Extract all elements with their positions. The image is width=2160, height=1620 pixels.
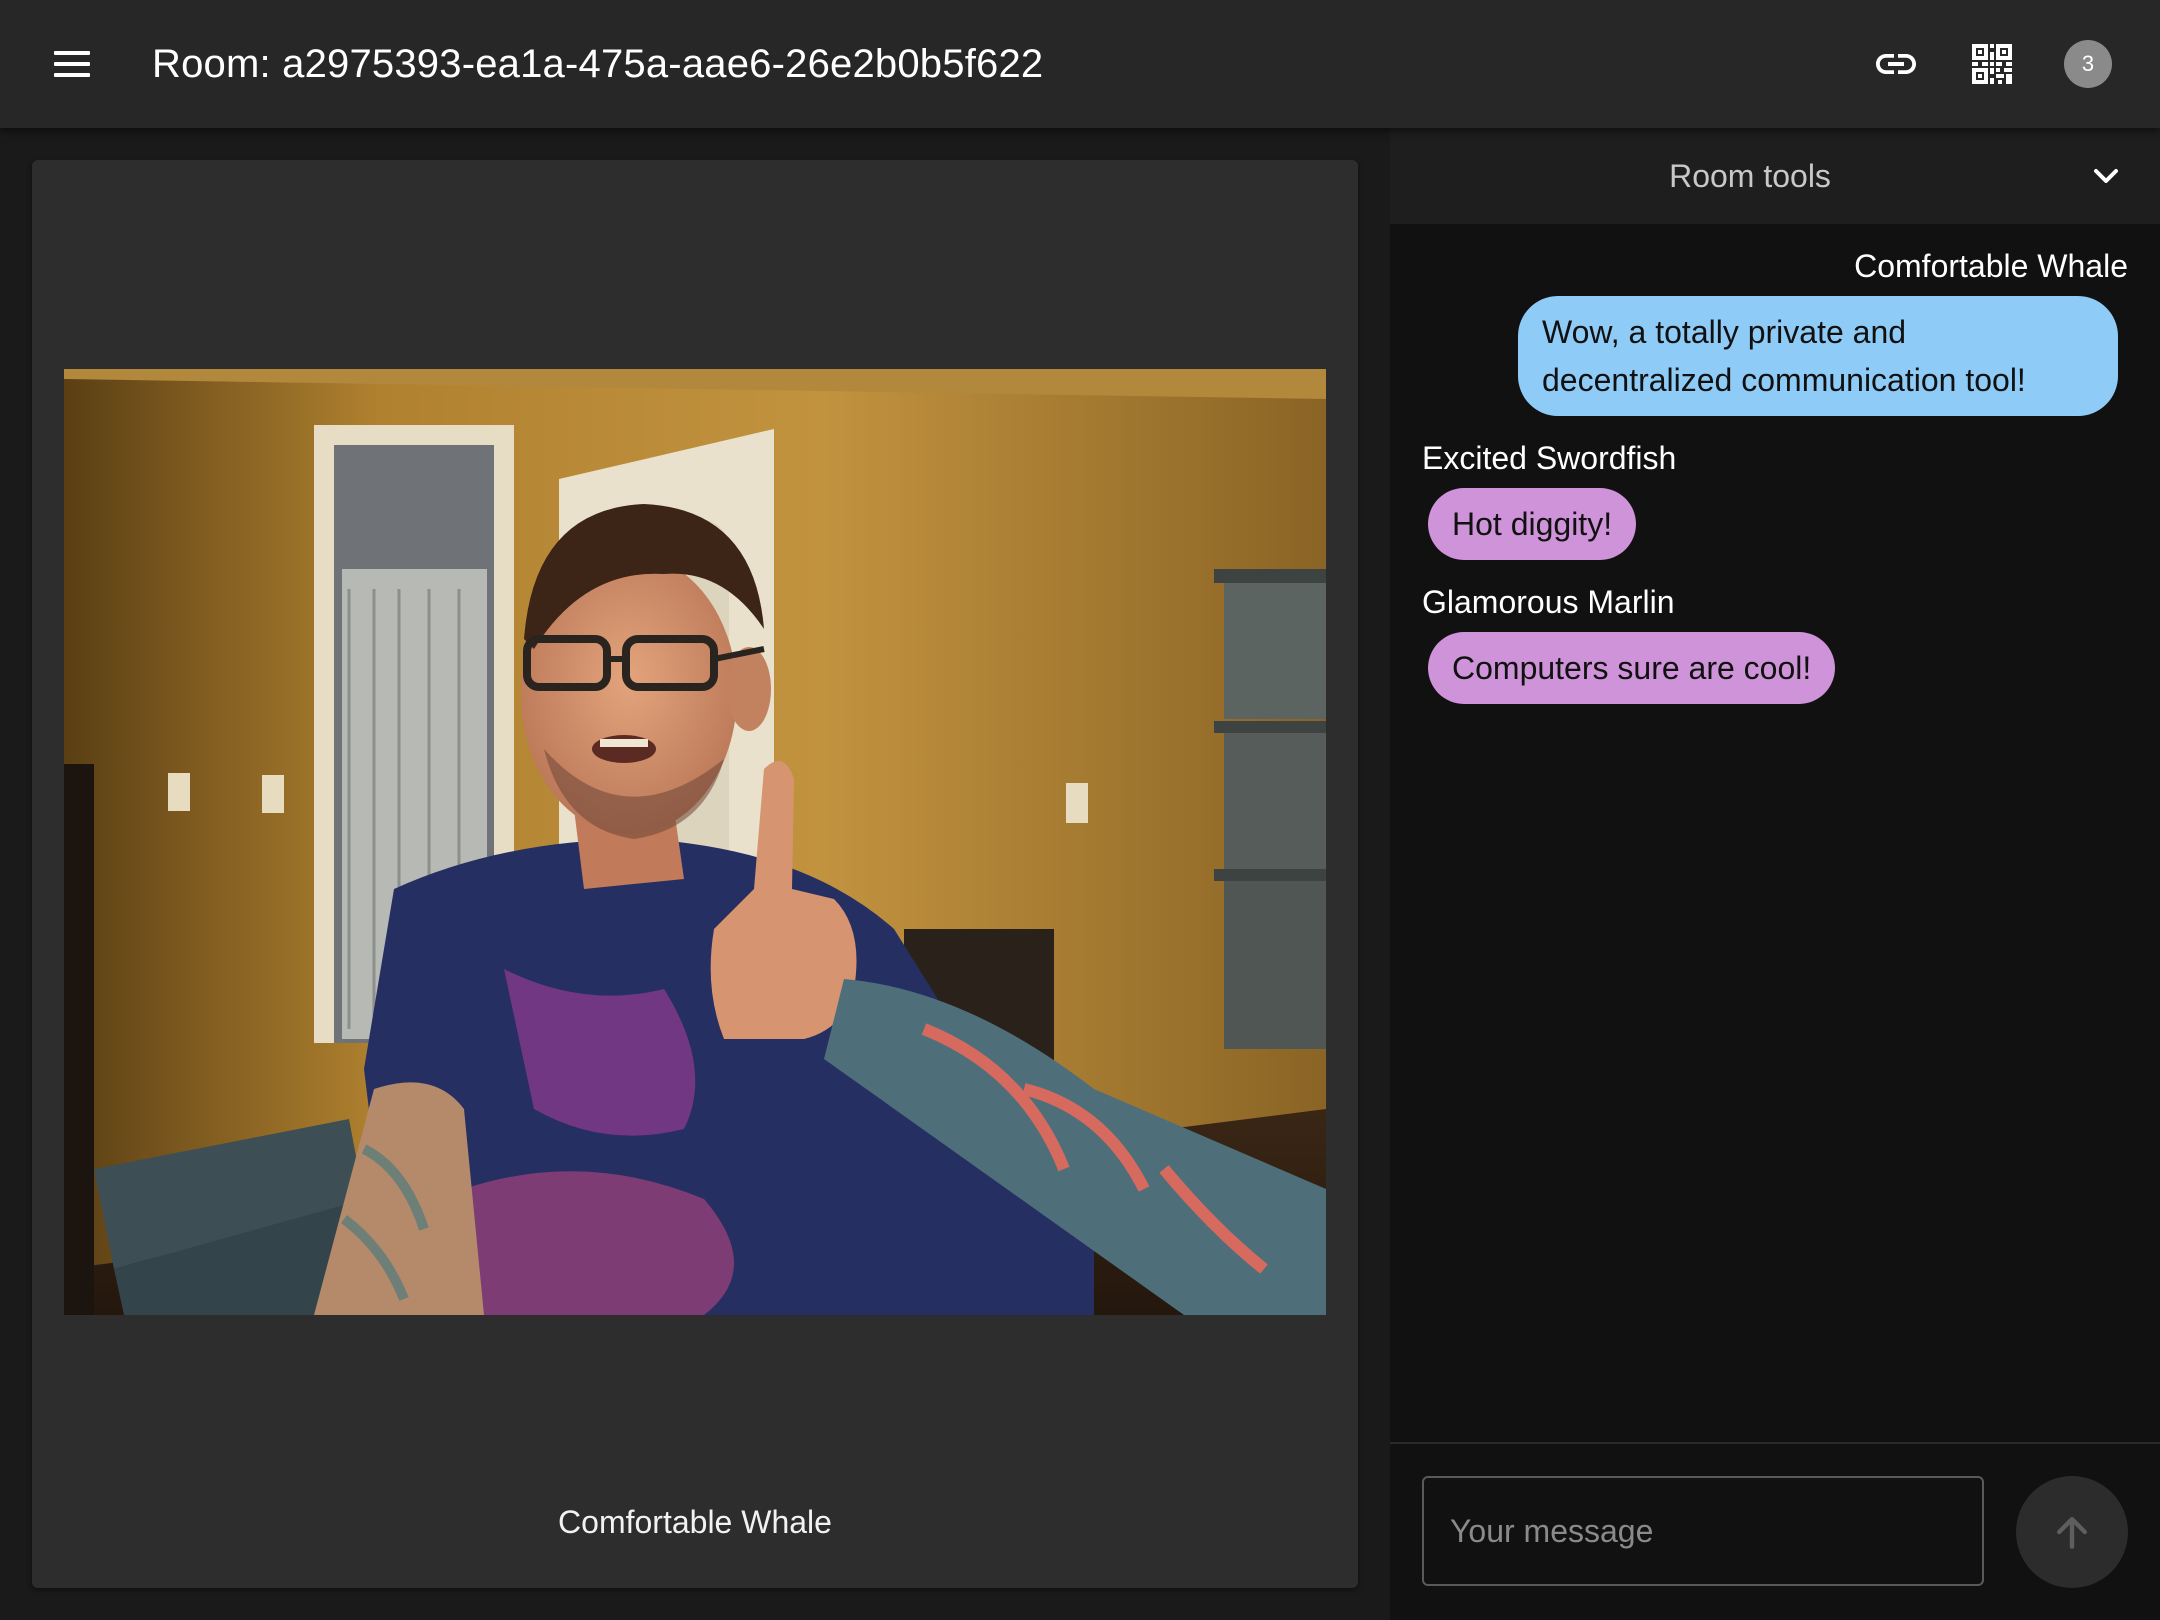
message-bubble: Wow, a totally private and decentralized… <box>1518 296 2118 416</box>
chevron-down-icon <box>2094 169 2118 183</box>
message-composer <box>1390 1442 2160 1620</box>
message-author: Excited Swordfish <box>1422 440 1677 476</box>
peer-count-badge[interactable]: 3 <box>2064 40 2112 88</box>
qr-code-icon <box>1972 44 2012 84</box>
peer-video[interactable] <box>64 369 1326 1315</box>
video-frame-image <box>64 369 1326 1315</box>
message-author: Comfortable Whale <box>1854 248 2128 284</box>
app-bar: Room: a2975393-ea1a-475a-aae6-26e2b0b5f6… <box>0 0 2160 128</box>
send-button[interactable] <box>2016 1476 2128 1588</box>
message-author: Glamorous Marlin <box>1422 584 1675 620</box>
chat-panel: Room tools Comfortable Whale Wow, a tota… <box>1390 128 2160 1620</box>
message-bubble: Hot diggity! <box>1428 488 1637 560</box>
video-caption: Comfortable Whale <box>558 1504 832 1540</box>
message-bubble: Computers sure are cool! <box>1428 632 1836 704</box>
arrow-up-icon <box>2056 1516 2088 1549</box>
room-tools-toggle[interactable]: Room tools <box>1390 128 2160 224</box>
menu-button[interactable] <box>44 40 100 88</box>
menu-icon-line <box>54 73 90 77</box>
copy-link-button[interactable] <box>1864 32 1928 96</box>
menu-icon-line <box>54 51 90 55</box>
message-text-line: Wow, a totally private and <box>1542 314 1907 350</box>
menu-icon-line <box>54 62 90 66</box>
message-input[interactable] <box>1422 1476 1984 1586</box>
qr-code-button[interactable] <box>1960 32 2024 96</box>
room-title: Room: a2975393-ea1a-475a-aae6-26e2b0b5f6… <box>152 42 1044 86</box>
message-text-line: decentralized communication tool! <box>1542 362 2026 398</box>
room-tools-label: Room tools <box>1669 158 1831 194</box>
peer-video-card: Comfortable Whale <box>32 160 1358 1588</box>
link-icon <box>1876 54 1916 74</box>
